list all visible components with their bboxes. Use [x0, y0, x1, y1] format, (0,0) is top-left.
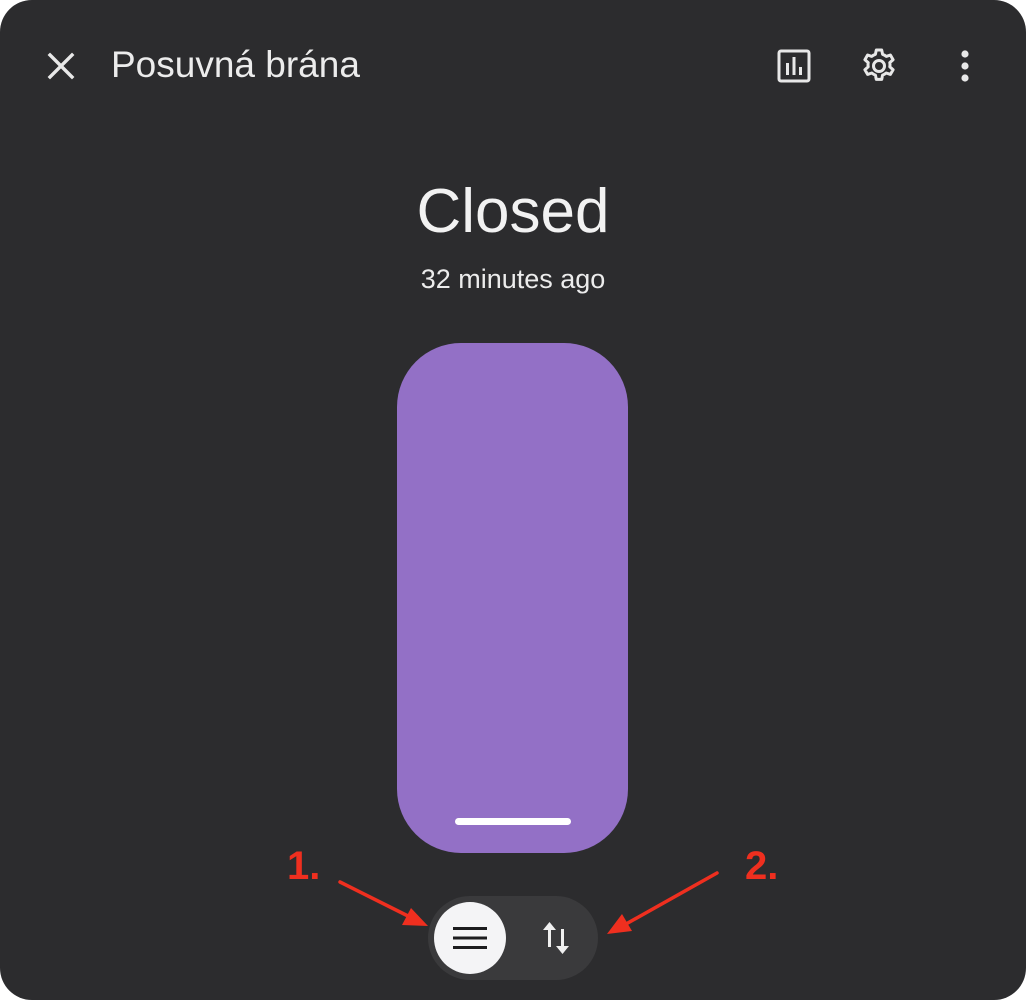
settings-button[interactable]	[851, 38, 907, 94]
close-button[interactable]	[33, 38, 89, 94]
annotation-arrow-2	[607, 871, 719, 934]
annotation-label-2: 2.	[745, 844, 779, 888]
close-icon	[47, 52, 75, 80]
swap-vertical-arrows-icon	[543, 922, 569, 954]
entity-state: Closed	[416, 177, 610, 246]
more-info-dialog: Posuvná brána Closed 32 minutes ago 1. 2…	[0, 0, 1026, 1000]
chart-box-outline-icon	[777, 49, 811, 83]
last-changed-time: 32 minutes ago	[420, 264, 606, 294]
gate-position-slider[interactable]	[397, 343, 628, 853]
position-mode-button[interactable]	[434, 902, 506, 974]
slider-handle[interactable]	[455, 817, 571, 825]
cog-outline-icon	[863, 48, 895, 81]
menu-icon	[453, 927, 487, 949]
more-options-button[interactable]	[937, 38, 993, 94]
dialog-title: Posuvná brána	[111, 44, 360, 85]
history-button[interactable]	[766, 38, 822, 94]
dots-vertical-icon	[961, 50, 969, 82]
control-mode-switch	[428, 896, 598, 980]
annotation-label-1: 1.	[287, 844, 321, 888]
buttons-mode-button[interactable]	[520, 902, 592, 974]
annotation-arrow-1	[338, 880, 428, 926]
